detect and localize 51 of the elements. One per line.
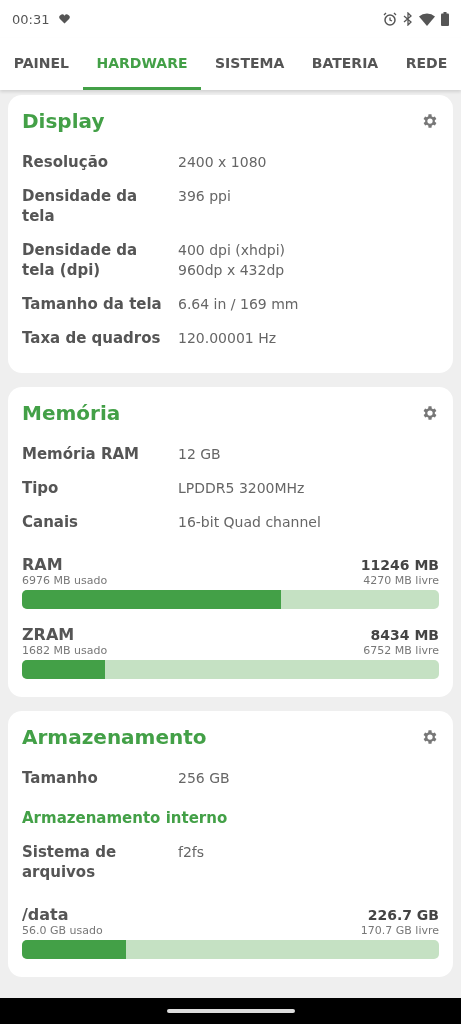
battery-icon xyxy=(441,12,449,26)
free-value: 170.7 GB livre xyxy=(360,924,439,937)
settings-icon[interactable] xyxy=(421,728,439,746)
tab[interactable]: SISTEMA xyxy=(201,38,299,90)
free-value: 6752 MB livre xyxy=(363,644,439,657)
settings-icon[interactable] xyxy=(421,404,439,422)
field-label: Sistema de arquivos xyxy=(22,842,118,882)
field-label: Canais xyxy=(22,512,79,532)
field-value: 960dp x 432dp xyxy=(178,261,286,280)
clock: 00:31 xyxy=(12,11,50,27)
total-value: 8434 MB xyxy=(370,627,439,643)
field-value: 2400 x 1080 xyxy=(178,153,267,172)
heart-icon xyxy=(59,14,71,24)
card-title: Armazenamento xyxy=(22,725,207,749)
tab[interactable]: BATERIA xyxy=(298,38,392,90)
alarm-icon xyxy=(383,12,397,26)
field-label: Densidade da tela xyxy=(22,186,139,226)
field-value: 400 dpi (xhdpi) xyxy=(178,241,286,260)
field-label: Resolução xyxy=(22,152,110,172)
used-value: 1682 MB usado xyxy=(22,644,108,657)
field-label: Densidade da tela (dpi) xyxy=(22,240,139,280)
field-value: f2fs xyxy=(178,843,205,862)
field-value: 12 GB xyxy=(178,445,221,464)
free-value: 4270 MB livre xyxy=(363,574,439,587)
field-value: 16-bit Quad channel xyxy=(178,513,321,532)
field-value: LPDDR5 3200MHz xyxy=(178,479,305,498)
field-label: Memória RAM xyxy=(22,444,140,464)
field-value: 396 ppi xyxy=(178,187,231,206)
bluetooth-icon xyxy=(403,12,413,26)
field-label: Tipo xyxy=(22,478,60,498)
total-value: 11246 MB xyxy=(360,557,439,573)
field-label: Taxa de quadros xyxy=(22,328,162,348)
field-value: 6.64 in / 169 mm xyxy=(178,295,299,314)
settings-icon[interactable] xyxy=(421,112,439,130)
tab[interactable]: PAINEL xyxy=(0,38,83,90)
bar-label: RAM xyxy=(22,555,63,574)
wifi-icon xyxy=(419,12,435,26)
field-value: 120.00001 Hz xyxy=(178,329,277,348)
field-label: Tamanho xyxy=(22,768,99,788)
field-value: 256 GB xyxy=(178,769,230,788)
bar-label: ZRAM xyxy=(22,625,75,644)
section-heading: Armazenamento interno xyxy=(22,808,229,829)
field-label: Tamanho da tela xyxy=(22,294,163,314)
home-handle[interactable] xyxy=(166,1009,295,1013)
tab[interactable]: REDE xyxy=(391,38,461,90)
total-value: 226.7 GB xyxy=(367,907,439,923)
card-title: Memória xyxy=(22,401,121,425)
bar-label: /data xyxy=(22,905,69,924)
used-value: 6976 MB usado xyxy=(22,574,108,587)
used-value: 56.0 GB usado xyxy=(22,924,103,937)
card-title: Display xyxy=(22,109,105,133)
